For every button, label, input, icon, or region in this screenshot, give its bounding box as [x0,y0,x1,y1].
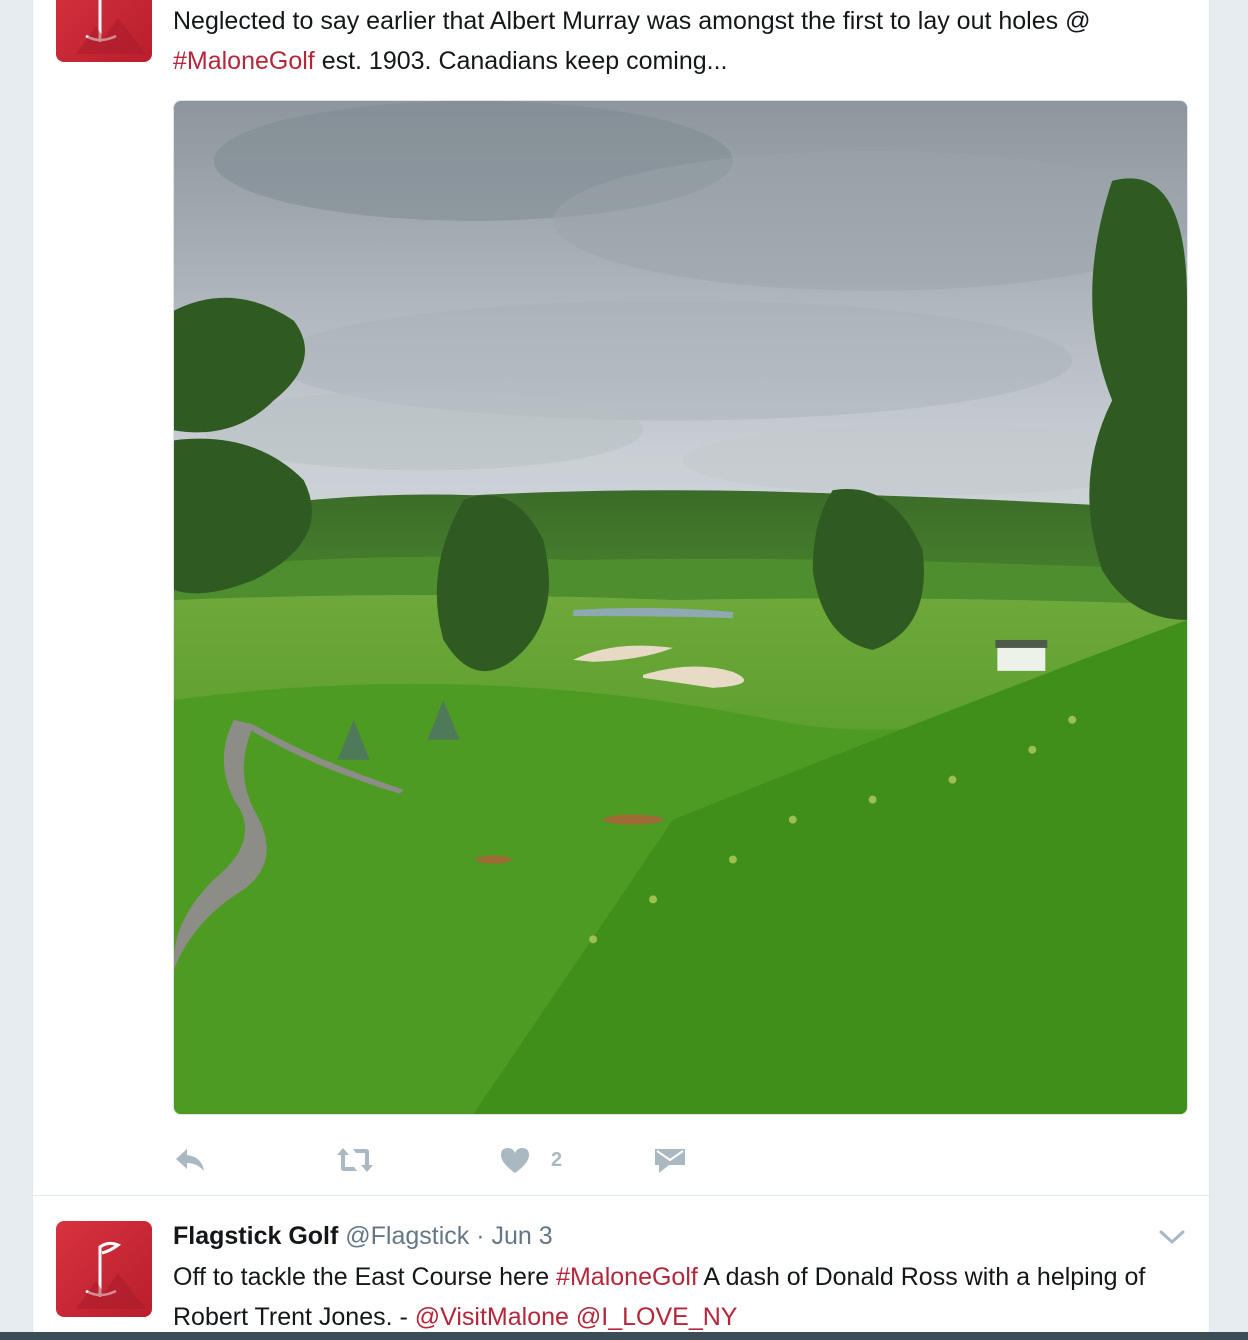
golf-course-photo [174,101,1187,1114]
display-name[interactable]: Flagstick Golf [173,1222,338,1250]
timeline: Neglected to say earlier that Albert Mur… [32,0,1210,1340]
tweet[interactable]: Neglected to say earlier that Albert Mur… [33,0,1209,1196]
avatar[interactable] [56,0,152,62]
bottom-bar [0,1332,1248,1340]
reply-icon [176,1149,204,1171]
retweet-icon [337,1148,373,1172]
separator: · [469,1222,492,1250]
tweet-timestamp[interactable]: Jun 3 [492,1222,553,1250]
flagstick-logo [76,0,146,54]
more-options-button[interactable] [1157,1225,1187,1249]
tweet-text: Off to tackle the East Course here #Malo… [173,1263,1146,1331]
hashtag-link[interactable]: #MaloneGolf [556,1263,698,1291]
chevron-down-icon [1159,1230,1185,1244]
tweet[interactable]: Flagstick Golf @Flagstick · Jun 3 Off to… [33,1197,1209,1340]
reply-button[interactable] [173,1140,207,1180]
hashtag-link[interactable]: #MaloneGolf [173,47,315,75]
tweet-text: Neglected to say earlier that Albert Mur… [173,7,1091,75]
like-count: 2 [551,1148,563,1171]
mention-link[interactable]: @I_LOVE_NY [576,1303,738,1331]
envelope-icon [655,1149,685,1173]
direct-message-button[interactable] [653,1140,687,1180]
avatar[interactable] [56,1221,152,1317]
user-handle[interactable]: @Flagstick [345,1222,469,1250]
tweet-header: Flagstick Golf @Flagstick · Jun 3 [173,1219,553,1253]
like-button[interactable]: 2 [499,1140,562,1180]
tweet-actions: 2 [173,1140,773,1180]
mention-link[interactable]: @VisitMalone [415,1303,569,1331]
retweet-button[interactable] [335,1140,375,1180]
flagstick-logo [76,1241,146,1309]
tweet-photo[interactable] [173,100,1188,1115]
heart-icon [501,1148,529,1173]
